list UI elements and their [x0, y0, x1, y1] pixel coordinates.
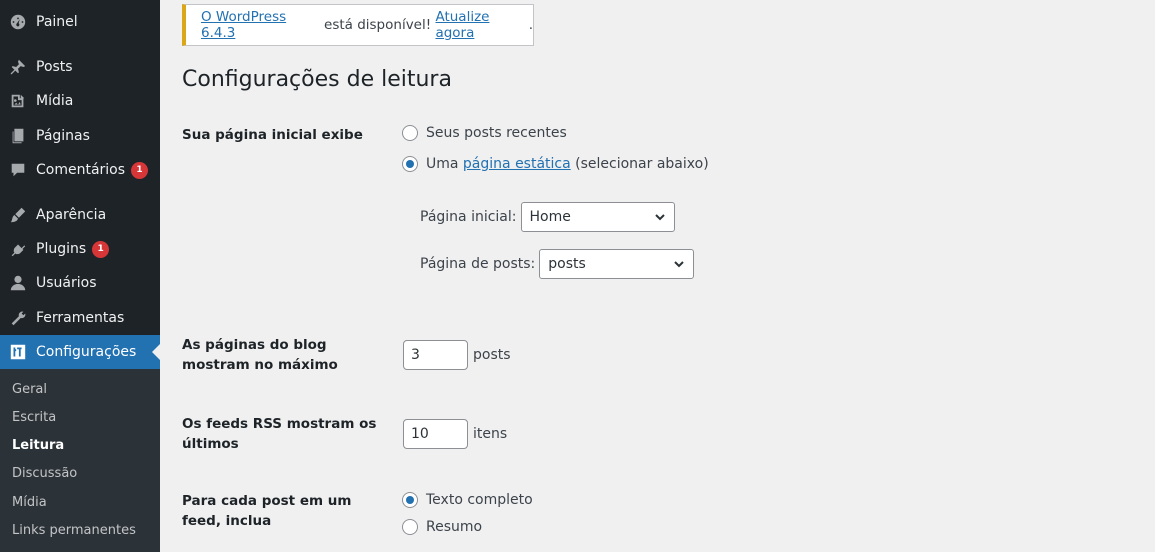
- comment-icon: [8, 160, 28, 180]
- menu-label: Painel: [36, 14, 78, 30]
- settings-icon: [8, 342, 28, 362]
- homepage-select-row: Página inicial: Home: [420, 202, 675, 232]
- plugin-icon: [8, 239, 28, 259]
- menu-label: Mídia: [36, 93, 74, 109]
- posts-page-select[interactable]: posts: [539, 249, 695, 279]
- recent-posts-label: Seus posts recentes: [426, 125, 567, 141]
- summary-label: Resumo: [426, 519, 483, 535]
- chevron-down-icon: [654, 214, 665, 221]
- page-icon: [8, 126, 28, 146]
- option-summary: Resumo: [402, 519, 482, 535]
- pin-icon: [8, 57, 28, 77]
- dashboard-icon: [8, 12, 28, 32]
- menu-label: Posts: [36, 59, 73, 75]
- menu-item-usuarios[interactable]: Usuários: [0, 266, 160, 300]
- full-text-radio[interactable]: [402, 492, 418, 508]
- update-now-link[interactable]: Atualize agora: [435, 9, 528, 41]
- option-full-text: Texto completo: [402, 492, 533, 508]
- menu-label: Usuários: [36, 275, 97, 291]
- menu-item-plugins[interactable]: Plugins 1: [0, 232, 160, 266]
- menu-item-paginas[interactable]: Páginas: [0, 119, 160, 153]
- comments-count-badge: 1: [131, 161, 149, 179]
- posts-page-select-label: Página de posts:: [420, 256, 536, 272]
- menu-label: Comentários: [36, 162, 126, 178]
- option-static-page: Uma página estática (selecionar abaixo): [402, 156, 709, 172]
- posts-page-select-value: posts: [548, 256, 586, 272]
- static-page-link[interactable]: página estática: [463, 156, 571, 172]
- blog-pages-row: 3 posts: [403, 340, 511, 370]
- menu-item-posts[interactable]: Posts: [0, 50, 160, 84]
- settings-submenu: Geral Escrita Leitura Discussão Mídia Li…: [0, 369, 160, 552]
- menu-label: Páginas: [36, 128, 90, 144]
- menu-label: Aparência: [36, 207, 107, 223]
- blog-pages-label: As páginas do blog mostram no máximo: [182, 337, 338, 373]
- wordpress-version-link[interactable]: O WordPress 6.4.3: [201, 9, 320, 41]
- feed-content-label: Para cada post em um feed, inclua: [182, 493, 352, 529]
- homepage-select[interactable]: Home: [520, 202, 675, 232]
- homepage-select-value: Home: [529, 209, 571, 225]
- media-icon: [8, 91, 28, 111]
- posts-page-select-row: Página de posts: posts: [420, 249, 695, 279]
- admin-sidebar: Painel Posts Mídia Páginas Comentários 1…: [0, 0, 160, 552]
- menu-item-painel[interactable]: Painel: [0, 5, 160, 39]
- submenu-item-discussao[interactable]: Discussão: [12, 466, 77, 481]
- submenu-item-midia[interactable]: Mídia: [12, 495, 47, 510]
- menu-item-midia[interactable]: Mídia: [0, 84, 160, 118]
- plugins-count-badge: 1: [92, 240, 110, 258]
- menu-item-comentarios[interactable]: Comentários 1: [0, 153, 160, 187]
- wrench-icon: [8, 308, 28, 328]
- menu-label: Ferramentas: [36, 310, 125, 326]
- homepage-select-label: Página inicial:: [420, 209, 517, 225]
- notice-end: .: [528, 17, 533, 33]
- menu-item-configuracoes[interactable]: Configurações: [0, 335, 160, 369]
- feed-items-unit: itens: [473, 426, 508, 442]
- full-text-label: Texto completo: [426, 492, 533, 508]
- menu-label: Plugins: [36, 241, 87, 257]
- posts-per-page-input[interactable]: 3: [403, 340, 468, 370]
- menu-item-ferramentas[interactable]: Ferramentas: [0, 301, 160, 335]
- menu-item-aparencia[interactable]: Aparência: [0, 198, 160, 232]
- page-title: Configurações de leitura: [182, 67, 452, 92]
- feeds-row: 10 itens: [403, 419, 507, 449]
- main-content: O WordPress 6.4.3 está disponível! Atual…: [160, 0, 1155, 552]
- user-icon: [8, 273, 28, 293]
- posts-per-page-unit: posts: [473, 347, 511, 363]
- option-recent-posts: Seus posts recentes: [402, 125, 567, 141]
- submenu-item-geral[interactable]: Geral: [12, 382, 47, 397]
- summary-radio[interactable]: [402, 519, 418, 535]
- static-page-prefix: Uma: [426, 156, 463, 172]
- feed-items-input[interactable]: 10: [403, 419, 468, 449]
- static-page-radio[interactable]: [402, 156, 418, 172]
- update-notice: O WordPress 6.4.3 está disponível! Atual…: [182, 4, 534, 46]
- submenu-item-links-permanentes[interactable]: Links permanentes: [12, 523, 136, 538]
- static-page-suffix: (selecionar abaixo): [570, 156, 709, 172]
- chevron-down-icon: [674, 261, 684, 268]
- submenu-item-leitura[interactable]: Leitura: [12, 438, 64, 453]
- feeds-label: Os feeds RSS mostram os últimos: [182, 416, 377, 452]
- menu-label: Configurações: [36, 344, 137, 360]
- submenu-item-escrita[interactable]: Escrita: [12, 410, 56, 425]
- notice-text: está disponível!: [319, 17, 436, 33]
- recent-posts-radio[interactable]: [402, 125, 418, 141]
- brush-icon: [8, 205, 28, 225]
- homepage-displays-label: Sua página inicial exibe: [182, 127, 363, 143]
